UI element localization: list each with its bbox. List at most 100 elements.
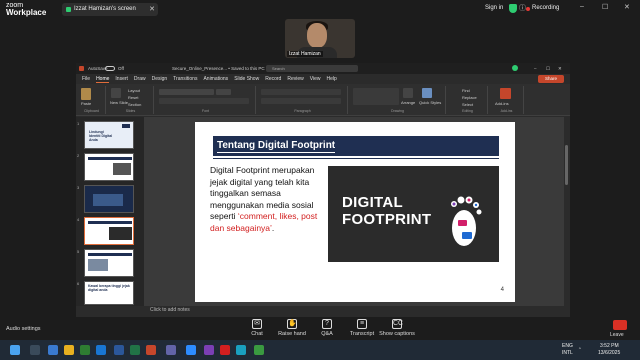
ppt-search-input[interactable]: Search <box>266 65 358 72</box>
tab-home[interactable]: Home <box>96 76 110 83</box>
thumb4-image <box>109 227 132 240</box>
screen-share-pill[interactable]: Izzat Hamizan's screen ✕ <box>62 3 158 16</box>
quick-styles-icon[interactable] <box>422 88 432 98</box>
account-icon[interactable] <box>512 65 518 71</box>
transcript-button[interactable]: ≡ Transcript <box>342 319 382 337</box>
slide-thumbnail-1[interactable]: Lindungi Identiti Digital Anda <box>84 121 134 149</box>
windows-start-icon[interactable] <box>10 345 20 355</box>
quick-styles-button[interactable]: Quick Styles <box>419 100 443 105</box>
digital-footprint-image[interactable]: DIGITAL FOOTPRINT <box>328 166 499 262</box>
app-icon-2[interactable] <box>220 345 230 355</box>
slide-thumbnail-5[interactable] <box>84 249 134 277</box>
select-button[interactable]: Select <box>462 102 473 107</box>
show-captions-button[interactable]: CC Show captions <box>377 319 417 337</box>
chat-button[interactable]: ✉ Chat <box>237 319 277 337</box>
replace-button[interactable]: Replace <box>462 95 477 100</box>
ppt-close-icon[interactable]: ✕ <box>558 63 562 74</box>
tab-help[interactable]: Help <box>326 76 336 82</box>
arrange-icon[interactable] <box>403 88 413 98</box>
tab-transitions[interactable]: Transitions <box>173 76 197 82</box>
slide-thumbnail-3[interactable] <box>84 185 134 213</box>
layout-button[interactable]: Layout <box>128 88 140 93</box>
alignment-buttons[interactable] <box>261 98 341 104</box>
ppt-minimize-icon[interactable]: – <box>534 63 537 74</box>
ribbon-tabs: File Home Insert Draw Design Transitions Anima… <box>76 74 570 84</box>
q-a-button[interactable]: ? Q&A <box>307 319 347 337</box>
font-format-buttons[interactable] <box>159 98 249 104</box>
ppt-maximize-icon[interactable]: ☐ <box>546 63 550 74</box>
add-ins-icon[interactable] <box>500 88 511 99</box>
tab-insert[interactable]: Insert <box>115 76 128 82</box>
clock-time[interactable]: 3:52 PM <box>600 343 619 349</box>
toolbar-label: Chat <box>251 331 263 337</box>
notes-pane[interactable]: Click to add notes <box>144 306 564 315</box>
slide-thumbnail-2[interactable] <box>84 153 134 181</box>
minimize-icon[interactable]: – <box>580 3 584 10</box>
zoom-taskbar-icon[interactable] <box>186 345 196 355</box>
slide-thumbnail-4[interactable] <box>84 217 134 245</box>
task-view-icon[interactable] <box>48 345 58 355</box>
tab-design[interactable]: Design <box>152 76 168 82</box>
search-icon[interactable] <box>30 345 40 355</box>
slide-title[interactable]: Tentang Digital Footprint <box>217 139 336 153</box>
app-icon[interactable] <box>204 345 214 355</box>
tab-view[interactable]: View <box>310 76 321 82</box>
participant-video[interactable]: Izzat Hamizan <box>285 19 355 58</box>
raise-hand-button[interactable]: ✋ Raise hand <box>272 319 312 337</box>
arrange-button[interactable]: Arrange <box>401 100 415 105</box>
share-button[interactable]: Share <box>538 75 564 83</box>
recording-label[interactable]: Recording <box>532 5 559 11</box>
clock-date[interactable]: 13/6/2025 <box>598 350 620 356</box>
language-indicator[interactable]: ENG <box>562 343 573 349</box>
editor-scrollbar[interactable] <box>564 117 570 306</box>
tab-review[interactable]: Review <box>287 76 303 82</box>
tab-record[interactable]: Record <box>265 76 281 82</box>
file-explorer-icon[interactable] <box>64 345 74 355</box>
shield-icon[interactable] <box>509 4 517 13</box>
paste-button[interactable]: Paste <box>81 101 91 106</box>
language-sub-indicator[interactable]: INTL <box>562 350 573 356</box>
wifi-icon[interactable]: ◔ <box>578 346 581 352</box>
window-close-icon[interactable]: ✕ <box>624 3 630 11</box>
add-ins-button[interactable]: Add-ins <box>495 101 509 106</box>
participant-name: Izzat Hamizan <box>287 51 323 57</box>
teams-icon[interactable] <box>166 345 176 355</box>
find-button[interactable]: Find <box>462 88 470 93</box>
tab-draw[interactable]: Draw <box>134 76 146 82</box>
paragraph-buttons[interactable] <box>261 89 341 95</box>
reset-button[interactable]: Reset <box>128 95 138 100</box>
close-icon[interactable]: ✕ <box>149 3 155 16</box>
app-icon-3[interactable] <box>236 345 246 355</box>
slide-canvas[interactable]: Tentang Digital Footprint Digital Footpr… <box>195 122 515 302</box>
edge-icon[interactable] <box>96 345 106 355</box>
leave-icon[interactable] <box>613 320 627 330</box>
word-icon[interactable] <box>114 345 124 355</box>
app-icon-4[interactable] <box>254 345 264 355</box>
powerpoint-taskbar-icon[interactable] <box>146 345 156 355</box>
tab-animations[interactable]: Animations <box>203 76 228 82</box>
scroll-thumb[interactable] <box>565 145 568 185</box>
sign-in-link[interactable]: Sign in <box>485 5 503 11</box>
info-icon[interactable]: ⓘ <box>519 3 526 13</box>
shapes-gallery[interactable] <box>353 88 399 105</box>
windows-taskbar: ENG INTL ◔ 3:52 PM 13/6/2025 <box>0 340 640 360</box>
maximize-icon[interactable]: ☐ <box>602 3 608 11</box>
paste-icon[interactable] <box>81 88 91 100</box>
image-text-line1: DIGITAL <box>342 194 403 211</box>
slide-body-text[interactable]: Digital Footprint merupakan jejak digita… <box>210 165 322 234</box>
autosave-toggle[interactable] <box>105 66 115 71</box>
audio-settings-button[interactable]: Audio settings <box>6 326 41 332</box>
tab-slide-show[interactable]: Slide Show <box>234 76 259 82</box>
new-slide-icon[interactable] <box>111 88 121 98</box>
excel-icon[interactable] <box>130 345 140 355</box>
section-button[interactable]: Section <box>128 102 141 107</box>
leave-button[interactable]: Leave <box>610 332 624 338</box>
ppt-title-bar: AutoSave Off Secure_Online_Presence... •… <box>76 63 570 74</box>
new-slide-button[interactable]: New Slide <box>110 100 128 105</box>
ppt-filename[interactable]: Secure_Online_Presence... • Saved to thi… <box>172 63 265 74</box>
slide-thumbnail-6[interactable]: Kawal berapa tinggi jejak digital anda <box>84 281 134 305</box>
chrome-icon[interactable] <box>80 345 90 355</box>
tab-file[interactable]: File <box>82 76 90 82</box>
font-family-select[interactable] <box>159 89 214 95</box>
font-size-select[interactable] <box>216 89 231 95</box>
